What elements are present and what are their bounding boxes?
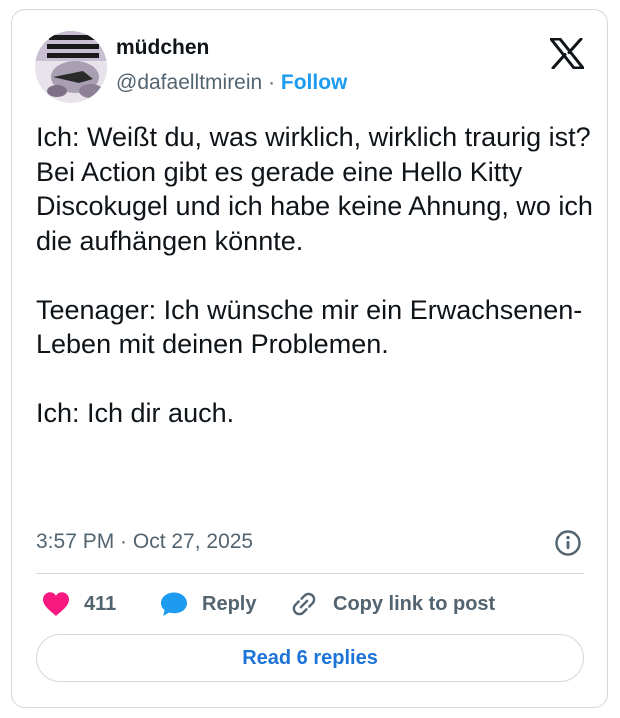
- author-display-name[interactable]: müdchen: [116, 36, 209, 60]
- copy-link-button[interactable]: Copy link to post: [289, 590, 495, 618]
- x-logo-icon[interactable]: [550, 38, 584, 69]
- tweet-card: müdchen @dafaelltmirein · Follow Ich: We…: [11, 9, 608, 708]
- copy-link-label: Copy link to post: [333, 592, 496, 615]
- info-icon[interactable]: [554, 529, 582, 557]
- reply-label: Reply: [202, 592, 257, 615]
- tweet-timestamp[interactable]: 3:57 PM · Oct 27, 2025: [36, 530, 253, 554]
- read-replies-button[interactable]: Read 6 replies: [36, 634, 584, 682]
- like-button[interactable]: 411: [42, 590, 116, 618]
- tweet-text: Ich: Weißt du, was wirklich, wirklich tr…: [36, 122, 593, 428]
- follow-button[interactable]: Follow: [281, 71, 348, 94]
- avatar[interactable]: [35, 31, 107, 103]
- link-icon: [292, 592, 316, 616]
- author-handle-row: @dafaelltmirein · Follow: [116, 71, 347, 95]
- divider: [36, 573, 584, 574]
- heart-icon: [43, 592, 69, 616]
- avatar-image: [35, 31, 107, 103]
- reply-button[interactable]: Reply: [160, 590, 256, 618]
- speech-bubble-icon: [161, 592, 187, 616]
- like-count: 411: [84, 592, 117, 615]
- separator-dot: ·: [268, 71, 276, 94]
- author-handle[interactable]: @dafaelltmirein: [116, 71, 262, 94]
